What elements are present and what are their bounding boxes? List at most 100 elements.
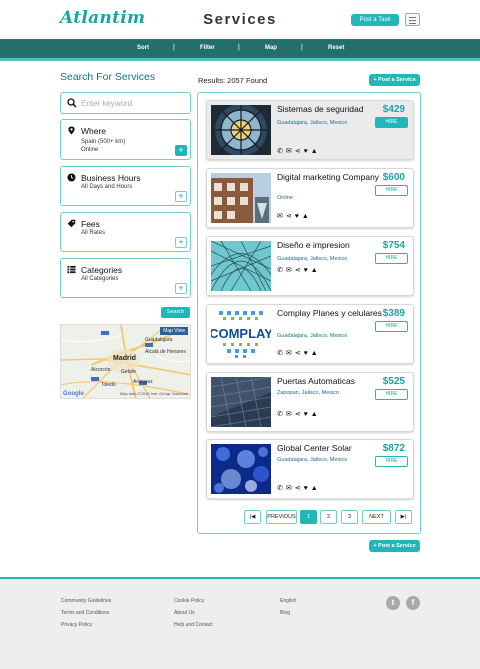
heart-icon[interactable]: ♥ <box>304 350 308 358</box>
expand-fees-button[interactable]: + <box>175 237 187 248</box>
facebook-icon[interactable]: f <box>406 596 420 610</box>
hire-button[interactable]: HIRE <box>375 389 408 400</box>
heart-icon[interactable]: ♥ <box>295 213 299 221</box>
page-button-1[interactable]: 1 <box>300 510 317 524</box>
hire-button[interactable]: HIRE <box>375 253 408 264</box>
warning-icon[interactable]: ▲ <box>311 350 318 358</box>
filter-business-hours[interactable]: Business Hours All Days and Hours + <box>60 166 191 206</box>
mail-icon[interactable]: ✉ <box>286 350 292 358</box>
nav-separator: | <box>301 44 303 51</box>
warning-icon[interactable]: ▲ <box>311 411 318 419</box>
phone-icon[interactable]: ✆ <box>277 411 283 419</box>
nav-filter[interactable]: Filter <box>200 45 215 51</box>
map-label: Aranjuez <box>133 379 153 385</box>
hire-button[interactable]: HIRE <box>375 456 408 467</box>
service-card[interactable]: Diseño e impresion Guadalajara, Jalisco,… <box>206 236 414 296</box>
phone-icon[interactable]: ✆ <box>277 485 283 493</box>
service-card[interactable]: COMPLAY Complay Planes y celulares Guada… <box>206 304 414 364</box>
filter-where[interactable]: Where Spain (500+ km) Online + <box>60 119 191 160</box>
footer-link-community[interactable]: Community Guidelines <box>61 598 111 604</box>
post-service-button[interactable]: + Post a Service <box>369 74 420 86</box>
service-card[interactable]: Sistemas de seguridad Guadalajara, Jalis… <box>206 100 414 160</box>
footer-link-blog[interactable]: Blog <box>280 610 290 616</box>
footer-link-privacy[interactable]: Privacy Policy <box>61 622 92 628</box>
footer-link-help[interactable]: Help and Contact <box>174 622 213 628</box>
expand-categories-button[interactable]: + <box>175 283 187 294</box>
previous-page-button[interactable]: PREVIOUS <box>266 510 297 524</box>
filter-categories[interactable]: Categories All Categories + <box>60 258 191 298</box>
warning-icon[interactable]: ▲ <box>302 213 309 221</box>
results-panel: Sistemas de seguridad Guadalajara, Jalis… <box>197 92 421 534</box>
map[interactable]: Guadalajara Alcalá de Henares Madrid Alc… <box>60 324 191 399</box>
share-icon[interactable]: ⋖ <box>286 213 292 221</box>
service-card[interactable]: Puertas Automaticas Zapopan, Jalisco, Me… <box>206 372 414 432</box>
service-name[interactable]: Puertas Automaticas <box>277 376 382 386</box>
share-icon[interactable]: ⋖ <box>295 411 301 419</box>
filter-fees[interactable]: Fees All Rates + <box>60 212 191 252</box>
phone-icon[interactable]: ✆ <box>277 267 283 275</box>
service-card[interactable]: Digital marketing Company Online $600 HI… <box>206 168 414 228</box>
search-button[interactable]: Search <box>161 307 190 318</box>
mail-icon[interactable]: ✉ <box>286 411 292 419</box>
nav-map[interactable]: Map <box>265 45 277 51</box>
service-location: Guadalajara, Jalisco, Mexico <box>277 120 348 126</box>
last-page-button[interactable]: ▶| <box>395 510 412 524</box>
map-view-button[interactable]: Map View <box>160 327 188 335</box>
post-task-button[interactable]: Post a Task <box>351 14 399 26</box>
heart-icon[interactable]: ♥ <box>304 267 308 275</box>
hire-button[interactable]: HIRE <box>375 321 408 332</box>
footer-link-about[interactable]: About Us <box>174 610 195 616</box>
footer-link-cookie[interactable]: Cookie Policy <box>174 598 204 604</box>
menu-icon[interactable] <box>405 13 420 26</box>
share-icon[interactable]: ⋖ <box>295 350 301 358</box>
phone-icon[interactable]: ✆ <box>277 148 283 156</box>
warning-icon[interactable]: ▲ <box>311 267 318 275</box>
heart-icon[interactable]: ♥ <box>304 411 308 419</box>
share-icon[interactable]: ⋖ <box>295 148 301 156</box>
hire-button[interactable]: HIRE <box>375 117 408 128</box>
warning-icon[interactable]: ▲ <box>311 148 318 156</box>
footer-link-language[interactable]: English <box>280 598 296 604</box>
mail-icon[interactable]: ✉ <box>286 267 292 275</box>
phone-icon[interactable]: ✆ <box>277 350 283 358</box>
keyword-search-box[interactable] <box>60 92 191 114</box>
expand-where-button[interactable]: + <box>175 145 187 156</box>
page-button-2[interactable]: 2 <box>320 510 337 524</box>
mail-icon[interactable]: ✉ <box>277 213 283 221</box>
warning-icon[interactable]: ▲ <box>311 485 318 493</box>
service-price: $600 <box>382 172 405 183</box>
service-image <box>211 444 271 494</box>
post-service-button-bottom[interactable]: + Post a Service <box>369 540 420 552</box>
results-count: Results: 2057 Found <box>198 76 268 85</box>
filter-value: All Days and Hours <box>81 184 133 190</box>
twitter-icon[interactable]: t <box>386 596 400 610</box>
service-card[interactable]: Global Center Solar Guadalajara, Jalisco… <box>206 439 414 499</box>
service-image <box>211 105 271 155</box>
service-name[interactable]: Sistemas de seguridad <box>277 104 382 114</box>
mail-icon[interactable]: ✉ <box>286 148 292 156</box>
service-name[interactable]: Digital marketing Company <box>277 172 382 182</box>
heart-icon[interactable]: ♥ <box>304 485 308 493</box>
mail-icon[interactable]: ✉ <box>286 485 292 493</box>
service-name[interactable]: Diseño e impresion <box>277 240 382 250</box>
service-name[interactable]: Global Center Solar <box>277 443 382 453</box>
page-button-3[interactable]: 3 <box>341 510 358 524</box>
next-page-button[interactable]: NEXT <box>362 510 391 524</box>
map-label: Alcorcón <box>91 367 111 373</box>
map-city-label: Madrid <box>113 355 136 362</box>
share-icon[interactable]: ⋖ <box>295 267 301 275</box>
expand-hours-button[interactable]: + <box>175 191 187 202</box>
service-location: Online <box>277 195 293 201</box>
share-icon[interactable]: ⋖ <box>295 485 301 493</box>
keyword-input[interactable] <box>81 97 186 110</box>
first-page-button[interactable]: |◀ <box>244 510 261 524</box>
nav-reset[interactable]: Reset <box>328 45 344 51</box>
header: Atlantim Services Post a Task <box>0 0 480 38</box>
service-name[interactable]: Complay Planes y celulares <box>277 308 382 318</box>
heart-icon[interactable]: ♥ <box>304 148 308 156</box>
hire-button[interactable]: HIRE <box>375 185 408 196</box>
filter-value: All Categories <box>81 276 119 282</box>
service-location: Guadalajara, Jalisco, Mexico <box>277 333 348 339</box>
nav-sort[interactable]: Sort <box>137 45 149 51</box>
footer-link-terms[interactable]: Terms and Conditions <box>61 610 109 616</box>
